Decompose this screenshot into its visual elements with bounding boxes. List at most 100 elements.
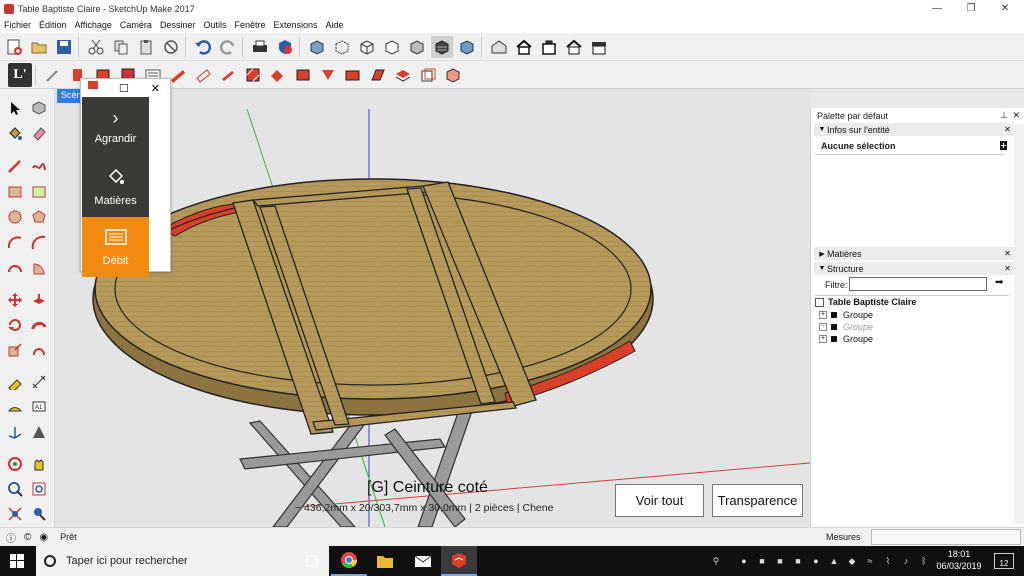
expand-plus-icon[interactable]: + [819,311,827,319]
save-icon[interactable] [53,36,75,58]
menu-outils[interactable]: Outils [199,20,230,30]
open-folder-icon[interactable] [28,36,50,58]
taskbar-search-box[interactable]: Taper ici pour rechercher [36,546,329,576]
transparence-button[interactable]: Transparence [712,484,803,517]
copy-icon[interactable] [110,36,132,58]
cut-icon[interactable] [85,36,107,58]
shaded-style-icon[interactable] [406,36,428,58]
cube-red-icon[interactable] [442,64,464,86]
red-mix-icon[interactable] [392,64,414,86]
dimension-icon[interactable] [28,371,50,393]
hatch-icon[interactable] [242,64,264,86]
close-button[interactable]: ✕ [988,0,1022,17]
freehand-icon[interactable] [28,155,50,177]
eraser-icon[interactable] [28,122,50,144]
tree-root[interactable]: Table Baptiste Claire [815,296,916,308]
xray-style-icon[interactable] [306,36,328,58]
menu-aide[interactable]: Aide [322,20,348,30]
credits-icon[interactable]: © [24,532,31,543]
tray-app-icon[interactable]: ● [810,555,822,567]
scale-icon[interactable] [4,339,26,361]
popup-close-button[interactable]: ✕ [151,82,160,95]
expand-plus-icon[interactable]: + [819,335,827,343]
menu-camera[interactable]: Caméra [116,20,156,30]
popup-maximize-button[interactable]: ☐ [119,82,129,95]
component-icon[interactable] [28,97,50,119]
tree-group-row[interactable]: + Groupe [819,321,873,333]
people-icon[interactable]: ⚲ [710,555,722,567]
orbit-icon[interactable] [4,453,26,475]
model-info-icon[interactable] [274,36,296,58]
monochrome-style-icon[interactable] [456,36,478,58]
walk-icon[interactable] [28,503,50,525]
text-tool-icon[interactable]: A1 [28,396,50,418]
three-point-arc-icon[interactable] [4,257,26,279]
entity-info-close-icon[interactable]: ✕ [1003,124,1012,134]
tray-scrollbar[interactable] [1014,124,1024,524]
tape-measure-icon[interactable] [4,371,26,393]
structure-close-icon[interactable]: ✕ [1003,263,1012,273]
cube-export-icon[interactable] [417,64,439,86]
menu-dessiner[interactable]: Dessiner [156,20,200,30]
tray-app-icon[interactable]: ■ [792,555,804,567]
right-view-icon[interactable] [563,36,585,58]
tray-app-icon[interactable]: ■ [756,555,768,567]
location-icon[interactable]: ● [738,555,750,567]
back-edges-style-icon[interactable] [331,36,353,58]
tray-app-icon[interactable]: ▲ [828,555,840,567]
shaded-texture-style-icon[interactable] [431,35,453,58]
windows-start-icon[interactable] [10,554,24,571]
tray-app-icon[interactable]: ◆ [846,555,858,567]
sketchup-taskbar-icon[interactable] [441,546,477,576]
undo-icon[interactable] [192,36,214,58]
expand-plus-icon[interactable]: + [819,323,827,331]
arc-icon[interactable] [4,232,26,254]
wifi-icon[interactable]: ≈ [864,555,876,567]
red-stack-icon[interactable] [342,64,364,86]
3d-text-icon[interactable] [28,421,50,443]
tree-group-row[interactable]: + Groupe [819,333,873,345]
offset-icon[interactable] [28,339,50,361]
paint-bucket-icon[interactable] [4,122,26,144]
bluetooth-icon[interactable]: ᛒ [918,555,930,567]
iso-view-icon[interactable] [488,36,510,58]
paste-icon[interactable] [135,36,157,58]
polygon-icon[interactable] [28,206,50,228]
pin-icon[interactable]: ⊥ [1000,110,1008,121]
rectangle-icon[interactable] [4,181,26,203]
two-point-arc-icon[interactable] [28,232,50,254]
menu-edition[interactable]: Édition [35,20,71,30]
red-bevel-icon[interactable] [367,64,389,86]
red-down-arrow-icon[interactable] [317,64,339,86]
user-icon[interactable]: ◉ [39,532,48,543]
tree-group-row[interactable]: + Groupe [819,309,873,321]
protractor-icon[interactable] [4,396,26,418]
network-icon[interactable]: ⌇ [882,555,894,567]
back-view-icon[interactable] [588,36,610,58]
red-strip-icon[interactable] [217,64,239,86]
red-arrow-icon[interactable] [267,64,289,86]
notification-center-icon[interactable]: 12 [994,553,1014,569]
print-icon[interactable] [249,36,271,58]
menu-affichage[interactable]: Affichage [71,20,116,30]
line-tool-icon[interactable] [4,155,26,177]
geolocation-icon[interactable]: ⓘ [6,530,16,545]
clock[interactable]: 18:01 06/03/2019 [936,548,982,572]
volume-icon[interactable]: ♪ [900,555,912,567]
chrome-icon[interactable] [331,546,367,576]
tray-close-button[interactable]: ✕ [1012,110,1020,121]
maximize-button[interactable]: ❐ [954,0,988,17]
menu-extensions[interactable]: Extensions [270,20,322,30]
hidden-line-style-icon[interactable] [381,36,403,58]
axes-icon[interactable] [4,421,26,443]
pencil-tool-icon[interactable] [42,64,64,86]
file-explorer-icon[interactable] [367,546,403,576]
circle-icon[interactable] [4,206,26,228]
entity-toggle-icon[interactable] [999,140,1008,151]
zoom-extents-icon[interactable] [4,503,26,525]
top-view-icon[interactable] [513,36,535,58]
red-frame-icon[interactable] [292,64,314,86]
pan-icon[interactable] [28,453,50,475]
menu-fichier[interactable]: Fichier [0,20,35,30]
redo-icon[interactable] [217,36,239,58]
